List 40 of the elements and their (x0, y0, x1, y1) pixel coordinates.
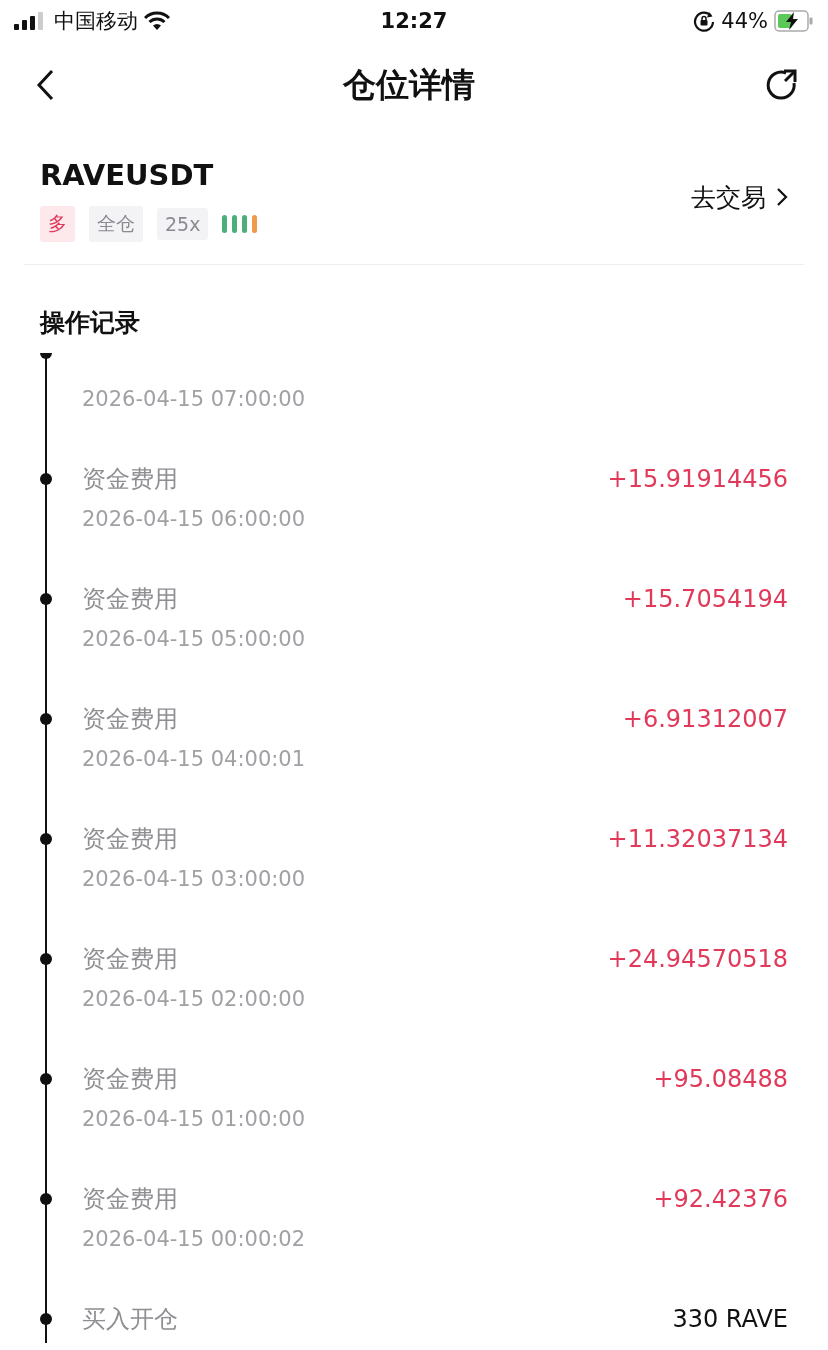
chevron-icon (776, 187, 788, 207)
position-tag: 全仓 (89, 206, 143, 242)
record-type: 资金费用 (82, 464, 178, 495)
record-time: 2026-04-15 05:00:00 (82, 626, 307, 653)
record-time: 2026-04-15 00:00:02 (82, 1226, 307, 1253)
record-amount: +15.91914456 (607, 465, 788, 493)
record-type: 买入开仓 (82, 1304, 178, 1335)
record-amount: +11.32037134 (607, 825, 788, 853)
position-tag: 多 (40, 206, 75, 242)
record-amount: 330 RAVE (672, 1305, 788, 1333)
back-icon[interactable] (36, 69, 54, 101)
wifi-icon (144, 11, 170, 31)
page-title: 仓位详情 (343, 63, 475, 106)
rotation-lock-icon (693, 10, 716, 32)
record-time: 2026-04-15 04:00:01 (82, 746, 307, 773)
trade-link[interactable]: 去交易 (691, 180, 788, 214)
record-time: 2026-04-15 03:00:00 (82, 866, 307, 893)
record-amount: +15.7054194 (622, 585, 788, 613)
record-time: 2026-04-15 07:00:00 (82, 386, 307, 413)
record-type: 资金费用 (82, 944, 178, 975)
record-type: 资金费用 (82, 1184, 178, 1215)
carrier-name: 中国移动 (54, 8, 138, 35)
record-type: 资金费用 (82, 1064, 178, 1095)
battery-percent: 44% (721, 9, 768, 33)
clock-time: 12:27 (380, 9, 448, 33)
position-tag: 25x (157, 208, 209, 240)
record-time: 2026-04-15 01:00:00 (82, 1106, 307, 1133)
record-time: 2026-04-15 02:00:00 (82, 986, 307, 1013)
record-amount: +95.08488 (653, 1065, 788, 1093)
record-time: 2026-04-15 06:00:00 (82, 506, 307, 533)
record-amount: +24.94570518 (607, 945, 788, 973)
record-amount: +92.42376 (653, 1185, 788, 1213)
refresh-icon[interactable] (764, 68, 798, 102)
record-type: 资金费用 (82, 704, 178, 735)
battery-charging-icon (774, 10, 814, 32)
record-type: 资金费用 (82, 824, 178, 855)
section-title: 操作记录 (38, 307, 141, 337)
symbol-name: RAVEUSDT (40, 158, 215, 192)
record-type: 资金费用 (82, 584, 178, 615)
record-amount: +6.91312007 (622, 705, 788, 733)
